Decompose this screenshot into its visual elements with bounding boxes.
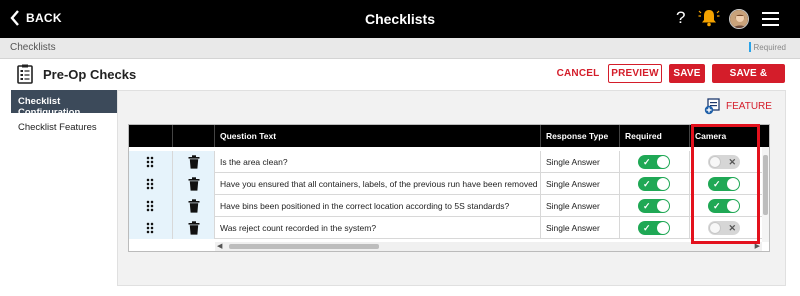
check-icon: ✓ xyxy=(713,179,721,189)
response-type-cell[interactable]: Single Answer xyxy=(541,217,620,239)
required-toggle[interactable]: ✓ xyxy=(638,199,670,213)
questions-grid: Question Text Response Type Required Cam… xyxy=(128,124,770,252)
checklist-icon xyxy=(17,64,33,87)
check-icon: ✓ xyxy=(713,201,721,211)
vertical-scrollbar[interactable] xyxy=(762,147,769,242)
question-text-cell[interactable]: Have bins been positioned in the correct… xyxy=(215,195,541,217)
preview-button[interactable]: PREVIEW xyxy=(608,64,662,83)
trash-icon xyxy=(188,155,200,169)
add-feature-button[interactable]: FEATURE xyxy=(704,98,772,115)
delete-button[interactable] xyxy=(173,217,215,239)
add-feature-icon xyxy=(704,98,720,115)
check-icon: ✓ xyxy=(643,157,651,167)
response-type-cell[interactable]: Single Answer xyxy=(541,195,620,217)
required-cell: ✓ xyxy=(620,217,690,239)
nav-item-checklist-configuration[interactable]: Checklist Configuration xyxy=(11,90,117,118)
question-text-cell[interactable]: Is the area clean? xyxy=(215,151,541,173)
camera-cell: ✓ xyxy=(690,195,762,217)
save-and-close-button[interactable]: SAVE & CLOSE xyxy=(712,64,785,96)
vertical-scroll-thumb[interactable] xyxy=(763,155,768,215)
delete-button[interactable] xyxy=(173,173,215,195)
trash-icon xyxy=(188,199,200,213)
grid-header: Question Text Response Type Required Cam… xyxy=(129,125,769,147)
drag-handle-icon xyxy=(146,200,154,212)
required-cell: ✓ xyxy=(620,195,690,217)
camera-cell: ✕ xyxy=(690,151,762,173)
required-indicator-icon xyxy=(748,42,751,52)
horizontal-scrollbar[interactable]: ◀ ▶ xyxy=(215,242,762,251)
required-toggle[interactable]: ✓ xyxy=(638,221,670,235)
breadcrumb-item[interactable]: Checklists xyxy=(10,42,56,53)
check-icon: ✓ xyxy=(643,223,651,233)
drag-handle[interactable] xyxy=(129,217,173,239)
horizontal-scroll-thumb[interactable] xyxy=(229,244,379,249)
page-title: Pre-Op Checks xyxy=(43,67,137,82)
delete-button[interactable] xyxy=(173,151,215,173)
user-avatar[interactable] xyxy=(729,9,749,29)
chevron-left-icon xyxy=(10,10,19,26)
header-delete-column xyxy=(173,125,215,147)
delete-button[interactable] xyxy=(173,195,215,217)
header-question-text[interactable]: Question Text xyxy=(215,125,541,147)
page-header: Pre-Op Checks CANCEL PREVIEW SAVE SAVE &… xyxy=(0,59,800,96)
table-row: Have bins been positioned in the correct… xyxy=(129,195,762,217)
table-row: Is the area clean? Single Answer ✓ ✕ xyxy=(129,151,762,173)
required-cell: ✓ xyxy=(620,173,690,195)
drag-handle[interactable] xyxy=(129,195,173,217)
back-label: BACK xyxy=(26,11,62,25)
table-row: Have you ensured that all containers, la… xyxy=(129,173,762,195)
top-bar: BACK Checklists ? xyxy=(0,0,800,38)
required-legend: Required xyxy=(748,42,786,52)
table-row: Was reject count recorded in the system?… xyxy=(129,217,762,239)
required-toggle[interactable]: ✓ xyxy=(638,177,670,191)
check-icon: ✓ xyxy=(643,201,651,211)
trash-icon xyxy=(188,221,200,235)
left-nav: Checklist Configuration Checklist Featur… xyxy=(11,90,117,139)
drag-handle[interactable] xyxy=(129,151,173,173)
header-response-type[interactable]: Response Type xyxy=(541,125,620,147)
drag-handle-icon xyxy=(146,156,154,168)
trash-icon xyxy=(188,177,200,191)
scroll-right-arrow-icon[interactable]: ▶ xyxy=(755,242,760,251)
response-type-cell[interactable]: Single Answer xyxy=(541,173,620,195)
x-icon: ✕ xyxy=(728,157,736,167)
response-type-cell[interactable]: Single Answer xyxy=(541,151,620,173)
x-icon: ✕ xyxy=(728,223,736,233)
header-camera[interactable]: Camera xyxy=(690,125,769,147)
camera-toggle[interactable]: ✓ xyxy=(708,177,740,191)
scroll-left-arrow-icon[interactable]: ◀ xyxy=(217,242,222,251)
hamburger-menu-icon[interactable] xyxy=(762,12,779,30)
drag-handle[interactable] xyxy=(129,173,173,195)
save-button[interactable]: SAVE xyxy=(669,64,705,83)
header-required[interactable]: Required xyxy=(620,125,690,147)
camera-cell: ✓ xyxy=(690,173,762,195)
camera-cell: ✕ xyxy=(690,217,762,239)
drag-handle-icon xyxy=(146,222,154,234)
required-cell: ✓ xyxy=(620,151,690,173)
cancel-button[interactable]: CANCEL xyxy=(556,64,600,83)
question-text-cell[interactable]: Have you ensured that all containers, la… xyxy=(215,173,541,195)
camera-toggle[interactable]: ✕ xyxy=(708,155,740,169)
header-drag-column xyxy=(129,125,173,147)
camera-toggle[interactable]: ✓ xyxy=(708,199,740,213)
required-legend-label: Required xyxy=(753,42,786,52)
question-text-cell[interactable]: Was reject count recorded in the system? xyxy=(215,217,541,239)
breadcrumb: Checklists Required xyxy=(0,38,800,59)
drag-handle-icon xyxy=(146,178,154,190)
camera-toggle[interactable]: ✕ xyxy=(708,221,740,235)
back-button[interactable]: BACK xyxy=(10,10,62,26)
required-toggle[interactable]: ✓ xyxy=(638,155,670,169)
add-feature-label: FEATURE xyxy=(726,101,772,112)
help-icon[interactable]: ? xyxy=(676,8,685,28)
notification-bell-icon[interactable] xyxy=(698,8,720,31)
check-icon: ✓ xyxy=(643,179,651,189)
